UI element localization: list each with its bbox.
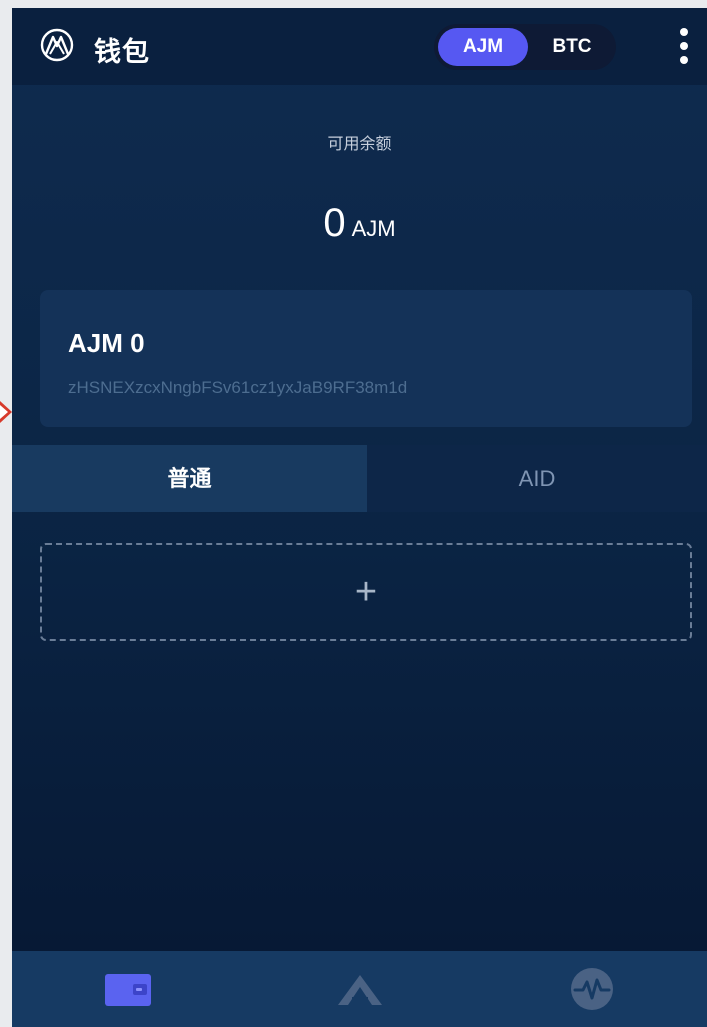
currency-toggle: AJM BTC (434, 24, 616, 70)
balance-value: 0 (323, 201, 346, 245)
nav-activity[interactable] (476, 951, 707, 1027)
pulse-icon (570, 968, 613, 1010)
account-card[interactable]: AJM 0 zHSNEXzcxNngbFSv61cz1yxJaB9RF38m1d (40, 290, 692, 427)
add-account-button[interactable]: + (40, 543, 692, 641)
page-title: 钱包 (94, 37, 150, 67)
nav-wallet[interactable] (12, 951, 243, 1027)
app-logo-icon (40, 28, 74, 62)
balance-display: 0 AJM (12, 201, 707, 246)
explore-icon (337, 975, 382, 1005)
wallet-screen: 钱包 AJM BTC 可用余额 0 AJM AJM 0 zHSNEXzcxNngb… (12, 8, 707, 1027)
bottom-nav (12, 951, 707, 1027)
tab-aid[interactable]: AID (367, 445, 707, 512)
pointer-arrow-fill (0, 405, 8, 419)
nav-explore[interactable] (244, 951, 475, 1027)
currency-ajm-button[interactable]: AJM (438, 28, 528, 66)
tab-normal[interactable]: 普通 (12, 445, 367, 512)
wallet-icon (104, 974, 151, 1006)
balance-unit: AJM (351, 216, 396, 241)
currency-btc-button[interactable]: BTC (534, 28, 610, 66)
more-vertical-icon[interactable] (672, 26, 696, 66)
top-bar: 钱包 AJM BTC (12, 8, 707, 85)
plus-icon: + (354, 571, 378, 613)
account-type-tabs: 普通 AID (12, 445, 707, 512)
account-name: AJM 0 (68, 328, 145, 358)
balance-label: 可用余额 (327, 136, 392, 153)
account-address: zHSNEXzcxNngbFSv61cz1yxJaB9RF38m1d (68, 378, 408, 397)
